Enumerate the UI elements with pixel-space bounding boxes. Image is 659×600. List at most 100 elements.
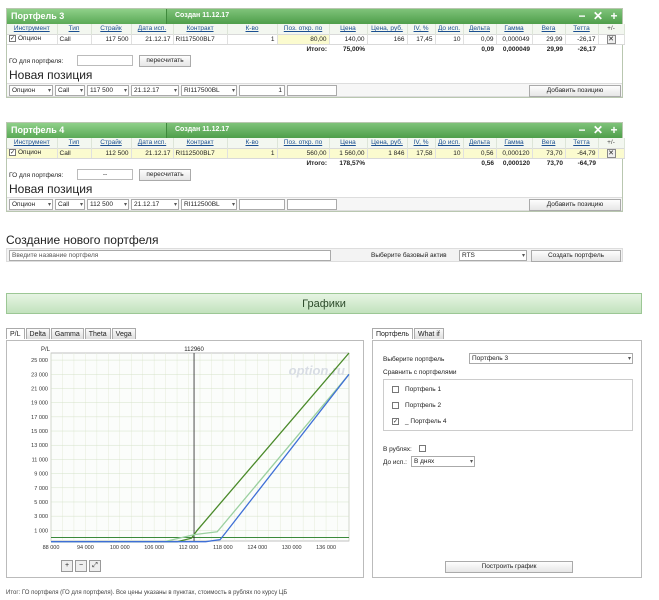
col-header[interactable]: Поз. откр. по bbox=[277, 24, 330, 34]
col-header[interactable]: Дата исп. bbox=[131, 24, 174, 34]
compare-checkbox[interactable] bbox=[392, 402, 399, 409]
col-header[interactable]: Гамма bbox=[496, 138, 533, 148]
recalc-button[interactable]: пересчитать bbox=[139, 169, 191, 181]
y-tick-label: 1 000 bbox=[34, 528, 48, 534]
col-header[interactable]: Вега bbox=[532, 24, 566, 34]
compare-checkbox[interactable] bbox=[392, 386, 399, 393]
portfolio-title[interactable]: Портфель 4 bbox=[11, 125, 64, 135]
col-header[interactable]: Дата исп. bbox=[131, 138, 174, 148]
minimize-icon[interactable]: − bbox=[576, 123, 588, 137]
col-header[interactable]: Дельта bbox=[463, 138, 497, 148]
minimize-icon[interactable]: − bbox=[576, 9, 588, 23]
strike-select[interactable]: 112 500 ▾ bbox=[87, 199, 129, 210]
col-header[interactable]: Тип bbox=[57, 24, 92, 34]
watermark: option.ru bbox=[289, 363, 345, 378]
date-select[interactable]: 21.12.17 ▾ bbox=[131, 85, 179, 96]
type-select[interactable]: Call ▾ bbox=[55, 85, 85, 96]
col-header[interactable]: Инструмент bbox=[7, 24, 58, 34]
list-item[interactable]: Портфель 2 bbox=[392, 402, 441, 409]
col-header[interactable]: Цена, руб. bbox=[367, 24, 408, 34]
zoom-in-icon[interactable]: + bbox=[61, 560, 73, 572]
col-header[interactable]: Вега bbox=[532, 138, 566, 148]
pl-chart[interactable]: 1 000 3 000 5 000 7 000 9 000 11 000 13 000 15 … bbox=[7, 341, 363, 555]
tab-portfolio[interactable]: Портфель bbox=[372, 328, 414, 339]
col-header[interactable]: Тетта bbox=[565, 24, 599, 34]
contract-select[interactable]: RI112500BL ▾ bbox=[181, 199, 237, 210]
col-header[interactable]: К-во bbox=[227, 138, 278, 148]
col-header[interactable]: Тетта bbox=[565, 138, 599, 148]
col-header[interactable]: IV, % bbox=[407, 138, 436, 148]
instrument-select[interactable]: Опцион ▾ bbox=[9, 199, 53, 210]
total-theta: -26,17 bbox=[577, 45, 596, 53]
cell-date: 21.12.17 bbox=[131, 33, 174, 45]
close-icon[interactable]: ✕ bbox=[592, 123, 604, 137]
price-input[interactable] bbox=[287, 199, 337, 210]
col-header[interactable]: Инструмент bbox=[7, 138, 58, 148]
x-tick-label: 124 000 bbox=[247, 545, 267, 551]
cell-qty[interactable]: 1 bbox=[227, 147, 278, 159]
col-header[interactable]: Тип bbox=[57, 138, 92, 148]
list-item[interactable]: ✓ _ Портфель 4 bbox=[392, 418, 447, 425]
zoom-out-icon[interactable]: − bbox=[75, 560, 87, 572]
col-header[interactable]: Цена, руб. bbox=[367, 138, 408, 148]
col-header[interactable]: Страйк bbox=[91, 24, 132, 34]
cell-qty[interactable]: 1 bbox=[227, 33, 278, 45]
date-select[interactable]: 21.12.17 ▾ bbox=[131, 199, 179, 210]
col-header[interactable]: Контракт bbox=[173, 24, 228, 34]
y-tick-label: 25 000 bbox=[31, 358, 48, 364]
build-chart-button[interactable]: Построить график bbox=[445, 561, 573, 573]
tab-vega[interactable]: Vega bbox=[111, 328, 136, 339]
portfolio-title[interactable]: Портфель 3 bbox=[11, 11, 64, 21]
qty-input[interactable] bbox=[239, 199, 285, 210]
portfolio-name-input[interactable]: Введите название портфеля bbox=[9, 250, 331, 261]
instrument-select[interactable]: Опцион ▾ bbox=[9, 85, 53, 96]
recalc-button[interactable]: пересчитать bbox=[139, 55, 191, 67]
portfolio-4: Портфель 4 Создан 11.12.17 − ✕ + Инструм… bbox=[6, 122, 625, 212]
contract-select[interactable]: RI117500BL ▾ bbox=[181, 85, 237, 96]
col-header[interactable]: IV, % bbox=[407, 24, 436, 34]
remove-row-button[interactable]: ✕ bbox=[606, 149, 616, 157]
price-input[interactable] bbox=[287, 85, 337, 96]
col-header[interactable]: Поз. откр. по bbox=[277, 138, 330, 148]
col-header[interactable]: Цена bbox=[329, 138, 368, 148]
type-select[interactable]: Call ▾ bbox=[55, 199, 85, 210]
cell-open-price[interactable]: 80,00 bbox=[277, 33, 330, 45]
zoom-reset-icon[interactable]: ⤢ bbox=[89, 560, 101, 572]
tab-gamma[interactable]: Gamma bbox=[50, 328, 84, 339]
tab-theta[interactable]: Theta bbox=[84, 328, 111, 339]
col-header[interactable]: Страйк bbox=[91, 138, 132, 148]
compare-checkbox[interactable]: ✓ bbox=[392, 418, 399, 425]
rub-checkbox[interactable] bbox=[419, 445, 426, 452]
tab-pl[interactable]: P/L bbox=[6, 328, 25, 339]
plus-icon[interactable]: + bbox=[608, 9, 620, 23]
create-portfolio-row: Введите название портфеля Выберите базов… bbox=[6, 248, 623, 262]
close-icon[interactable]: ✕ bbox=[592, 9, 604, 23]
col-header[interactable]: До исп. bbox=[435, 24, 464, 34]
total-spacer bbox=[367, 44, 463, 54]
col-header[interactable]: К-во bbox=[227, 24, 278, 34]
row-checkbox[interactable]: ✓ bbox=[9, 149, 16, 157]
base-asset-select[interactable]: RTS ▾ bbox=[459, 250, 527, 261]
plus-icon[interactable]: + bbox=[608, 123, 620, 137]
tab-delta[interactable]: Delta bbox=[25, 328, 50, 339]
cell-open-price[interactable]: 560,00 bbox=[277, 147, 330, 159]
add-position-button[interactable]: Добавить позицию bbox=[529, 199, 621, 211]
col-header[interactable]: Дельта bbox=[463, 24, 497, 34]
select-portfolio-label: Выберите портфель bbox=[383, 356, 445, 363]
portfolio-select[interactable]: Портфель 3 ▾ bbox=[469, 353, 633, 364]
col-header[interactable]: Гамма bbox=[496, 24, 533, 34]
col-header[interactable]: Контракт bbox=[173, 138, 228, 148]
list-item[interactable]: Портфель 1 bbox=[392, 386, 441, 393]
strike-select[interactable]: 117 500 ▾ bbox=[87, 85, 129, 96]
add-position-button[interactable]: Добавить позицию bbox=[529, 85, 621, 97]
row-checkbox[interactable]: ✓ bbox=[9, 35, 16, 43]
tab-what-if[interactable]: What if bbox=[414, 328, 444, 339]
compare-label: Сравнить с портфелями bbox=[383, 369, 457, 376]
until-select[interactable]: В днях ▾ bbox=[411, 456, 475, 467]
create-portfolio-button[interactable]: Создать портфель bbox=[531, 250, 621, 262]
chevron-down-icon: ▾ bbox=[469, 459, 473, 465]
remove-row-button[interactable]: ✕ bbox=[606, 35, 616, 43]
qty-input[interactable]: 1 bbox=[239, 85, 285, 96]
col-header[interactable]: Цена bbox=[329, 24, 368, 34]
col-header[interactable]: До исп. bbox=[435, 138, 464, 148]
